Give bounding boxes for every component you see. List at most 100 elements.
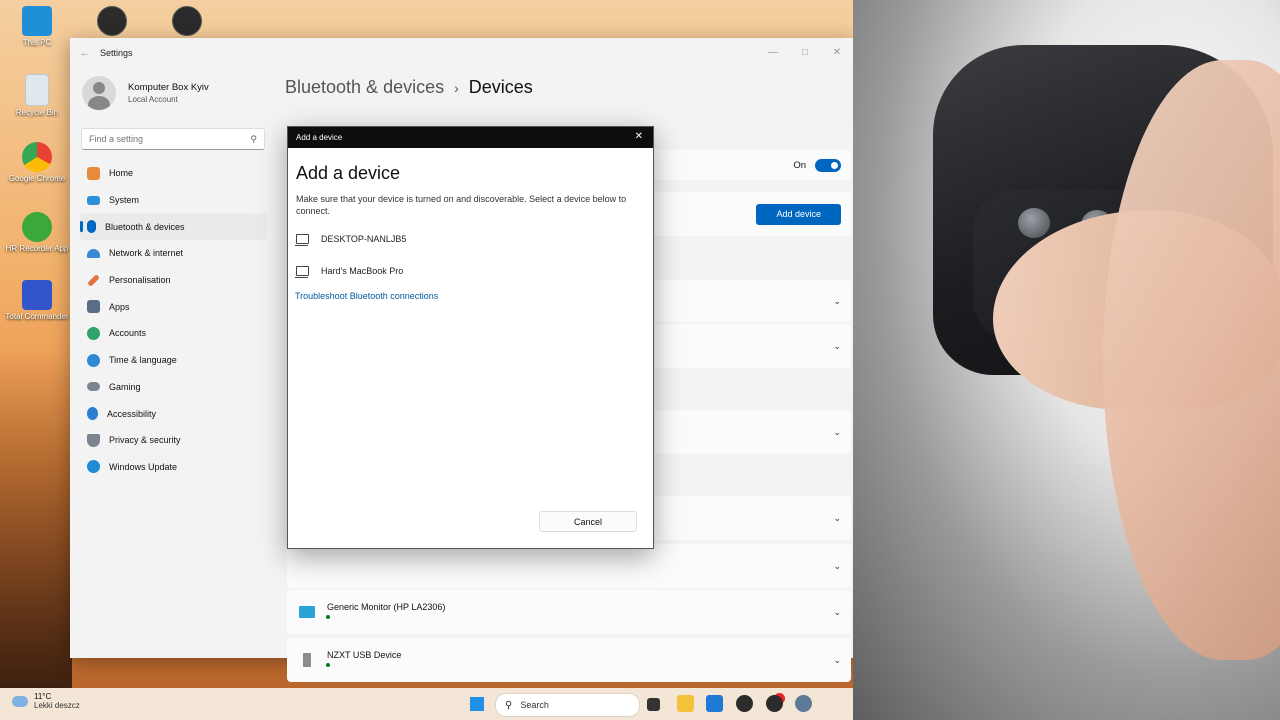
globe-icon <box>87 353 100 367</box>
sidebar: Komputer Box Kyiv Local Account ⚲ Home S… <box>70 68 275 658</box>
breadcrumb-separator: › <box>454 80 459 96</box>
breadcrumb: Bluetooth & devices › Devices <box>285 77 853 98</box>
obs-shortcut-icon-2[interactable] <box>172 6 202 36</box>
breadcrumb-parent[interactable]: Bluetooth & devices <box>285 77 444 97</box>
sidebar-item-label: Bluetooth & devices <box>105 221 185 232</box>
chevron-down-icon: ⌄ <box>833 606 841 617</box>
sidebar-item-label: Home <box>109 168 134 179</box>
search-box[interactable]: ⚲ <box>81 128 265 150</box>
add-device-button[interactable]: Add device <box>756 203 841 225</box>
maximize-icon[interactable]: □ <box>789 38 821 66</box>
laptop-icon <box>295 234 309 246</box>
device-name: DESKTOP-NANLJB5 <box>321 234 407 244</box>
avatar <box>82 76 116 110</box>
minimize-icon[interactable]: — <box>757 38 789 66</box>
profile-account-type: Local Account <box>128 95 178 104</box>
discovered-device-desktop[interactable]: DESKTOP-NANLJB5 <box>295 223 653 255</box>
connected-status-dot <box>326 615 330 619</box>
windows-start-icon[interactable] <box>470 697 484 711</box>
task-view-icon[interactable] <box>647 698 660 711</box>
monitor-icon <box>299 606 315 618</box>
power-icon <box>22 212 52 242</box>
settings-gear-icon[interactable] <box>795 695 812 712</box>
sidebar-item-label: Accessibility <box>107 408 157 419</box>
user-profile[interactable]: Komputer Box Kyiv Local Account <box>70 68 275 118</box>
sidebar-item-label: Apps <box>109 301 130 312</box>
taskbar-search-label: Search <box>520 700 549 710</box>
desktop-icon-label: Google Chrome <box>8 174 66 183</box>
obs-taskbar-icon[interactable] <box>736 695 753 712</box>
device-row-hidden-5[interactable]: ⌄ <box>287 544 851 588</box>
sidebar-item-accessibility[interactable]: Accessibility <box>70 400 275 427</box>
wifi-icon <box>87 248 100 258</box>
wallpaper-tree <box>0 348 72 688</box>
taskbar: 11°C Lekki deszcz ⚲ Search <box>0 688 853 720</box>
device-name: Generic Monitor (HP LA2306) <box>327 602 446 612</box>
sidebar-item-label: Network & internet <box>109 248 184 259</box>
title-bar: ← Settings <box>70 38 853 68</box>
close-icon[interactable]: ✕ <box>821 38 853 66</box>
sidebar-item-personalisation[interactable]: Personalisation <box>70 267 275 294</box>
sidebar-item-label: System <box>109 195 140 206</box>
desktop-icon-label: Recycle Bin <box>15 108 59 117</box>
desktop-icon-google-chrome[interactable]: Google Chrome <box>4 142 70 183</box>
taskbar-search[interactable]: ⚲ Search <box>495 693 640 717</box>
cloud-rain-icon <box>12 695 28 707</box>
bluetooth-toggle[interactable] <box>815 158 841 172</box>
window-controls: — □ ✕ <box>757 38 853 66</box>
nav-list: Home System Bluetooth & devices Network … <box>70 160 275 480</box>
device-row-generic-monitor[interactable]: Generic Monitor (HP LA2306) ⌄ <box>287 590 851 634</box>
sidebar-item-label: Privacy & security <box>109 435 181 446</box>
obs-shortcut-icon[interactable] <box>97 6 127 36</box>
sidebar-item-gaming[interactable]: Gaming <box>70 374 275 401</box>
system-icon <box>87 195 100 205</box>
chevron-down-icon: ⌄ <box>833 295 841 306</box>
sidebar-item-bluetooth-devices[interactable]: Bluetooth & devices <box>80 213 267 241</box>
cancel-button[interactable]: Cancel <box>539 511 637 532</box>
discovered-device-macbook[interactable]: Hard's MacBook Pro <box>295 255 653 287</box>
chevron-down-icon: ⌄ <box>833 426 841 437</box>
accessibility-icon <box>87 407 98 421</box>
weather-widget[interactable]: 11°C Lekki deszcz <box>12 692 80 710</box>
desktop-icon-this-pc[interactable]: This PC <box>4 6 70 47</box>
desktop-icon-recycle-bin[interactable]: Recycle Bin <box>4 74 70 117</box>
home-icon <box>87 166 100 180</box>
bluetooth-icon <box>87 220 96 234</box>
shield-icon <box>87 433 100 447</box>
sidebar-item-accounts[interactable]: Accounts <box>70 320 275 347</box>
chevron-down-icon: ⌄ <box>833 654 841 665</box>
sidebar-item-apps[interactable]: Apps <box>70 293 275 320</box>
device-row-nzxt-usb[interactable]: NZXT USB Device ⌄ <box>287 638 851 682</box>
dialog-title-bar: Add a device ✕ <box>288 127 653 148</box>
weather-condition: Lekki deszcz <box>34 701 80 710</box>
search-input[interactable] <box>89 134 251 144</box>
sidebar-item-label: Windows Update <box>109 461 178 472</box>
close-icon[interactable]: ✕ <box>635 131 643 142</box>
update-icon <box>87 460 100 474</box>
sidebar-item-privacy-security[interactable]: Privacy & security <box>70 427 275 454</box>
sidebar-item-time-language[interactable]: Time & language <box>70 347 275 374</box>
desktop-icon-total-commander[interactable]: Total Commander <box>4 280 70 321</box>
add-device-dialog: Add a device ✕ Add a device Make sure th… <box>287 126 654 549</box>
page-title: Devices <box>468 77 533 97</box>
troubleshoot-link[interactable]: Troubleshoot Bluetooth connections <box>295 291 653 301</box>
chevron-down-icon: ⌄ <box>833 560 841 571</box>
dialog-title: Add a device <box>296 133 343 142</box>
sidebar-item-home[interactable]: Home <box>70 160 275 187</box>
sidebar-item-network[interactable]: Network & internet <box>70 240 275 267</box>
file-explorer-icon[interactable] <box>677 695 694 712</box>
obs-recording-icon[interactable] <box>766 695 783 712</box>
sidebar-item-label: Gaming <box>109 381 141 392</box>
store-icon[interactable] <box>706 695 723 712</box>
usb-device-icon <box>303 653 311 667</box>
back-arrow-icon[interactable]: ← <box>70 47 100 59</box>
device-name: Hard's MacBook Pro <box>321 266 404 276</box>
chevron-down-icon: ⌄ <box>833 340 841 351</box>
person-icon <box>87 326 100 340</box>
sidebar-item-system[interactable]: System <box>70 187 275 214</box>
dialog-heading: Add a device <box>296 163 401 183</box>
floppy-icon <box>22 280 52 310</box>
desktop-icon-hr-recorder[interactable]: HR Recorder App <box>4 212 70 253</box>
camera-feed-photo <box>853 0 1280 720</box>
sidebar-item-windows-update[interactable]: Windows Update <box>70 454 275 481</box>
